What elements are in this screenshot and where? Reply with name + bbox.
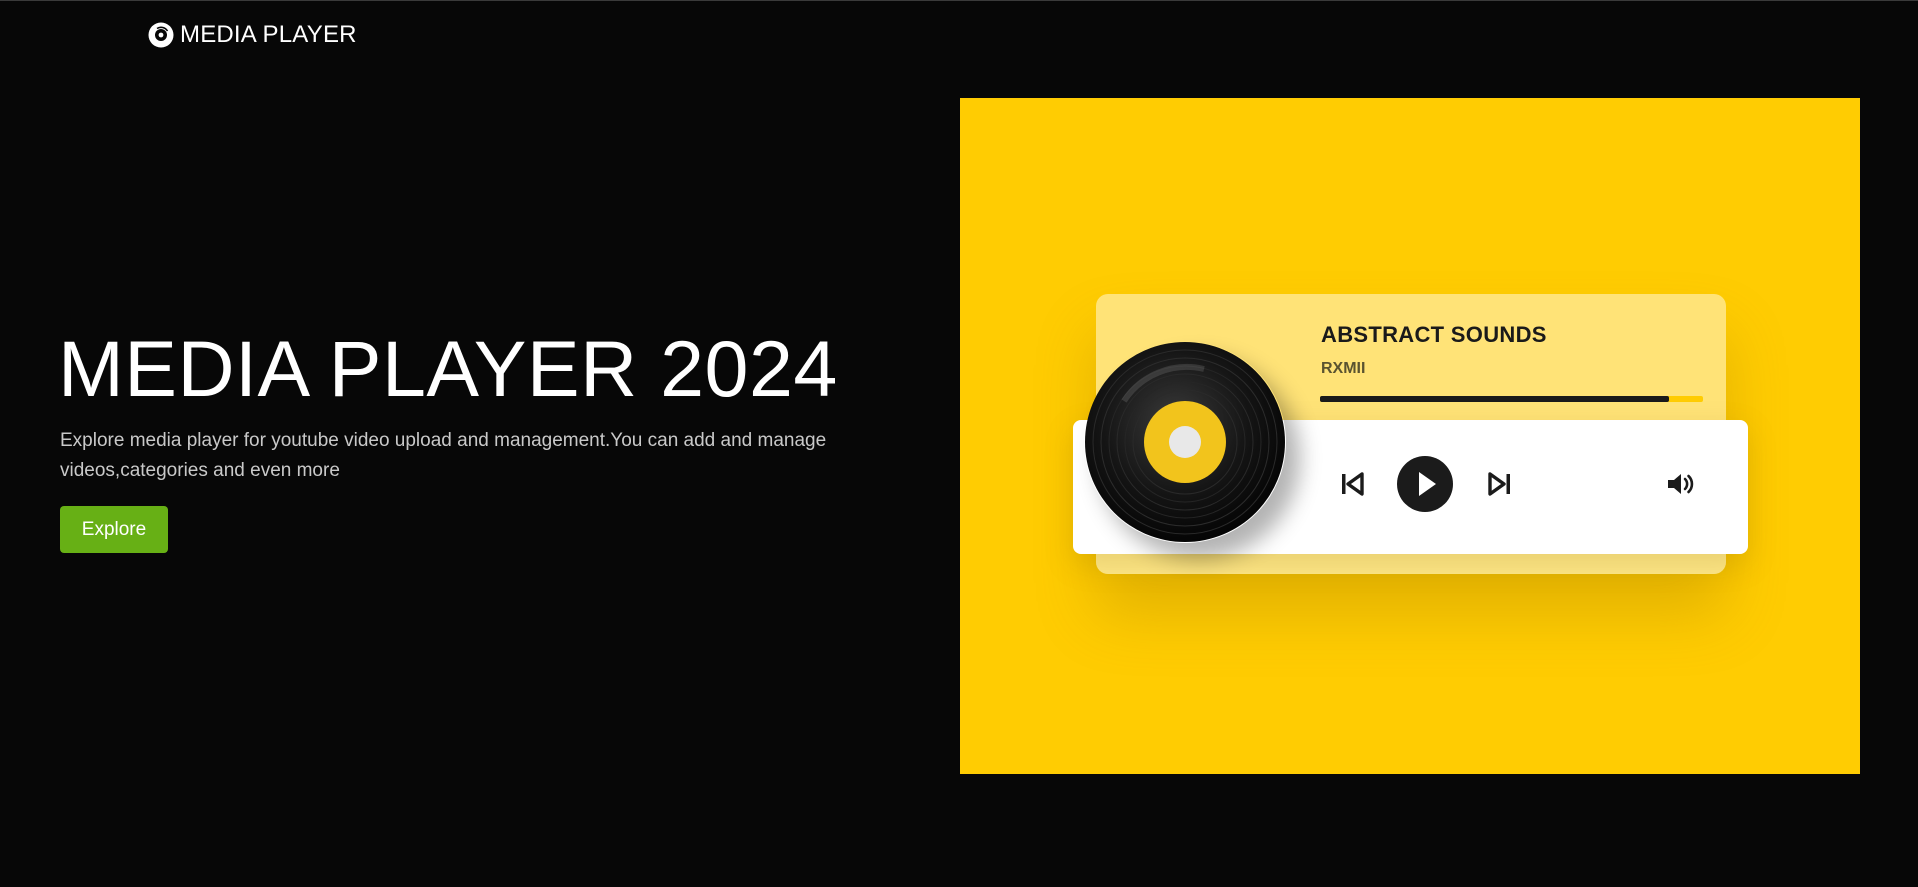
song-artist: RXMII [1321,360,1366,377]
song-title: ABSTRACT SOUNDS [1321,322,1547,347]
page-title: MEDIA PLAYER 2024 [58,324,838,413]
navbar: MEDIA PLAYER [148,21,357,49]
previous-track-icon[interactable] [1336,468,1368,500]
page: MEDIA PLAYER MEDIA PLAYER 2024 Explore m… [0,0,1918,887]
brand-name[interactable]: MEDIA PLAYER [180,21,357,49]
play-icon[interactable] [1397,456,1453,512]
progress-bar [1320,396,1703,402]
vinyl-record-icon [1084,341,1286,543]
volume-icon[interactable] [1664,468,1696,500]
progress-bar-fill [1320,396,1669,402]
hero-description: Explore media player for youtube video u… [60,430,827,481]
vinyl-disc-icon[interactable] [148,22,174,48]
explore-button[interactable]: Explore [60,506,168,553]
hero-illustration: ABSTRACT SOUNDS RXMII [960,98,1860,774]
next-track-icon[interactable] [1484,468,1516,500]
